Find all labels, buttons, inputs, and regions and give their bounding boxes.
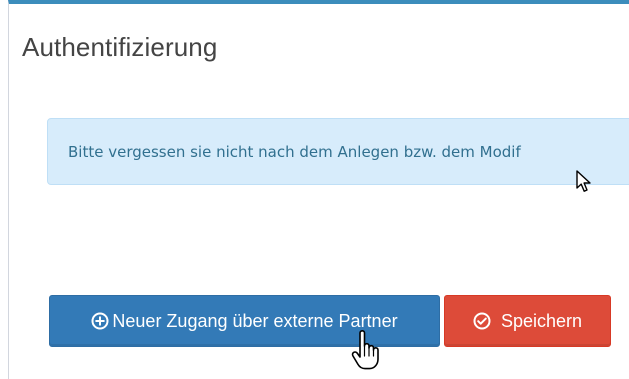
new-external-access-label: Neuer Zugang über externe Partner bbox=[112, 310, 398, 331]
authentication-panel: Authentifizierung Bitte vergessen sie ni… bbox=[8, 0, 629, 379]
check-circle-icon bbox=[473, 312, 491, 330]
info-alert: Bitte vergessen sie nicht nach dem Anleg… bbox=[47, 118, 629, 185]
screen: Authentifizierung Bitte vergessen sie ni… bbox=[0, 0, 629, 379]
panel-title: Authentifizierung bbox=[22, 32, 218, 62]
save-label: Speichern bbox=[500, 310, 583, 331]
save-button[interactable]: Speichern bbox=[444, 295, 611, 347]
new-external-access-button[interactable]: Neuer Zugang über externe Partner bbox=[49, 295, 440, 347]
plus-circle-icon bbox=[91, 312, 109, 330]
alert-text: Bitte vergessen sie nicht nach dem Anleg… bbox=[68, 143, 521, 161]
